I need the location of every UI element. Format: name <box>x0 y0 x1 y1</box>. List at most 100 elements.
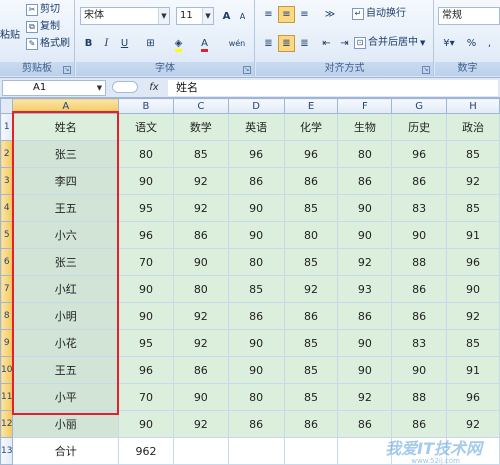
table-cell[interactable]: 90 <box>391 221 448 249</box>
table-cell[interactable]: 86 <box>227 167 285 195</box>
row-header[interactable]: 8 <box>0 302 14 330</box>
table-cell[interactable]: 70 <box>118 383 174 411</box>
italic-button[interactable]: I <box>98 35 115 52</box>
table-cell[interactable]: 86 <box>227 410 285 438</box>
table-cell[interactable]: 90 <box>337 194 393 222</box>
table-cell[interactable] <box>337 437 393 465</box>
table-cell[interactable]: 83 <box>391 329 448 357</box>
column-header[interactable]: A <box>12 98 120 114</box>
column-header[interactable]: E <box>283 98 339 114</box>
table-cell[interactable]: 小花 <box>12 329 120 357</box>
row-header[interactable]: 9 <box>0 329 14 357</box>
table-cell[interactable]: 86 <box>283 302 339 330</box>
row-header[interactable]: 12 <box>0 410 14 438</box>
table-cell[interactable] <box>172 437 229 465</box>
table-cell[interactable]: 86 <box>337 167 393 195</box>
table-cell[interactable]: 90 <box>227 356 285 384</box>
table-cell[interactable]: 92 <box>446 410 500 438</box>
table-cell[interactable]: 90 <box>227 194 285 222</box>
table-cell[interactable]: 英语 <box>227 113 285 141</box>
row-header[interactable]: 11 <box>0 383 14 411</box>
formula-bar-splitter[interactable] <box>112 81 138 93</box>
font-size-select[interactable]: 11 ▼ <box>176 7 214 25</box>
table-cell[interactable]: 张三 <box>12 248 120 276</box>
table-cell[interactable]: 90 <box>118 302 174 330</box>
table-cell[interactable]: 小丽 <box>12 410 120 438</box>
wrap-text-button[interactable]: ↵ 自动换行 <box>352 6 406 22</box>
table-cell[interactable]: 92 <box>446 302 500 330</box>
phonetic-button[interactable]: wén <box>226 35 248 52</box>
table-cell[interactable]: 96 <box>391 140 448 168</box>
table-cell[interactable]: 合计 <box>12 437 120 465</box>
table-cell[interactable]: 92 <box>446 167 500 195</box>
accounting-button[interactable]: ¥▾ <box>438 35 460 52</box>
row-header[interactable]: 10 <box>0 356 14 384</box>
row-header[interactable]: 2 <box>0 140 14 168</box>
column-header[interactable]: H <box>446 98 500 114</box>
table-cell[interactable]: 96 <box>283 140 339 168</box>
table-cell[interactable]: 政治 <box>446 113 500 141</box>
table-cell[interactable]: 86 <box>337 302 393 330</box>
table-cell[interactable]: 85 <box>227 275 285 303</box>
increase-indent-button[interactable]: ⇥ <box>336 35 353 52</box>
insert-function-icon[interactable]: fx <box>149 82 158 93</box>
align-right-button[interactable]: ≣ <box>296 35 313 52</box>
copy-button[interactable]: ⧉ 复制 <box>26 19 60 35</box>
decrease-indent-button[interactable]: ⇤ <box>318 35 335 52</box>
align-center-button[interactable]: ≣ <box>278 35 295 52</box>
table-cell[interactable]: 90 <box>337 356 393 384</box>
table-cell[interactable]: 86 <box>391 167 448 195</box>
table-cell[interactable]: 张三 <box>12 140 120 168</box>
table-cell[interactable]: 小明 <box>12 302 120 330</box>
table-cell[interactable]: 90 <box>172 383 229 411</box>
row-header[interactable]: 4 <box>0 194 14 222</box>
table-cell[interactable]: 95 <box>118 329 174 357</box>
column-header[interactable]: G <box>391 98 448 114</box>
table-cell[interactable]: 90 <box>118 275 174 303</box>
table-cell[interactable]: 92 <box>172 167 229 195</box>
table-cell[interactable]: 92 <box>172 194 229 222</box>
table-cell[interactable]: 小红 <box>12 275 120 303</box>
table-cell[interactable]: 王五 <box>12 194 120 222</box>
table-cell[interactable]: 88 <box>391 248 448 276</box>
table-cell[interactable]: 小平 <box>12 383 120 411</box>
table-cell[interactable]: 90 <box>227 221 285 249</box>
table-cell[interactable]: 92 <box>283 275 339 303</box>
cut-button[interactable]: ✂ 剪切 <box>26 2 60 18</box>
row-header[interactable]: 6 <box>0 248 14 276</box>
table-cell[interactable]: 86 <box>172 356 229 384</box>
row-header[interactable]: 3 <box>0 167 14 195</box>
column-header[interactable]: D <box>227 98 285 114</box>
table-cell[interactable]: 90 <box>337 329 393 357</box>
table-cell[interactable]: 92 <box>172 302 229 330</box>
merge-center-button[interactable]: ⊡ 合并后居中 ▼ <box>354 35 425 51</box>
table-cell[interactable]: 李四 <box>12 167 120 195</box>
table-cell[interactable]: 92 <box>337 248 393 276</box>
table-cell[interactable]: 历史 <box>391 113 448 141</box>
fill-color-button[interactable]: ◈ <box>170 35 187 52</box>
table-cell[interactable]: 化学 <box>283 113 339 141</box>
table-cell[interactable]: 90 <box>118 167 174 195</box>
table-cell[interactable]: 85 <box>446 140 500 168</box>
formula-input[interactable]: 姓名 <box>168 80 498 96</box>
table-cell[interactable]: 85 <box>283 356 339 384</box>
table-cell[interactable]: 85 <box>446 329 500 357</box>
table-cell[interactable]: 96 <box>446 383 500 411</box>
table-cell[interactable]: 96 <box>118 356 174 384</box>
table-cell[interactable]: 86 <box>391 302 448 330</box>
table-cell[interactable]: 86 <box>391 275 448 303</box>
table-cell[interactable]: 88 <box>391 383 448 411</box>
align-top-button[interactable]: ≡ <box>260 6 277 23</box>
row-header[interactable]: 5 <box>0 221 14 249</box>
table-cell[interactable]: 90 <box>337 221 393 249</box>
table-cell[interactable]: 80 <box>283 221 339 249</box>
align-middle-button[interactable]: ≡ <box>278 6 295 23</box>
grow-font-button[interactable]: A <box>218 8 235 25</box>
borders-button[interactable]: ⊞ <box>142 35 159 52</box>
table-cell[interactable]: 96 <box>227 140 285 168</box>
column-header[interactable]: C <box>172 98 229 114</box>
alignment-launcher-icon[interactable]: ↘ <box>422 66 430 74</box>
column-header[interactable]: B <box>118 98 174 114</box>
select-all-corner[interactable] <box>0 98 14 114</box>
table-cell[interactable]: 80 <box>337 140 393 168</box>
